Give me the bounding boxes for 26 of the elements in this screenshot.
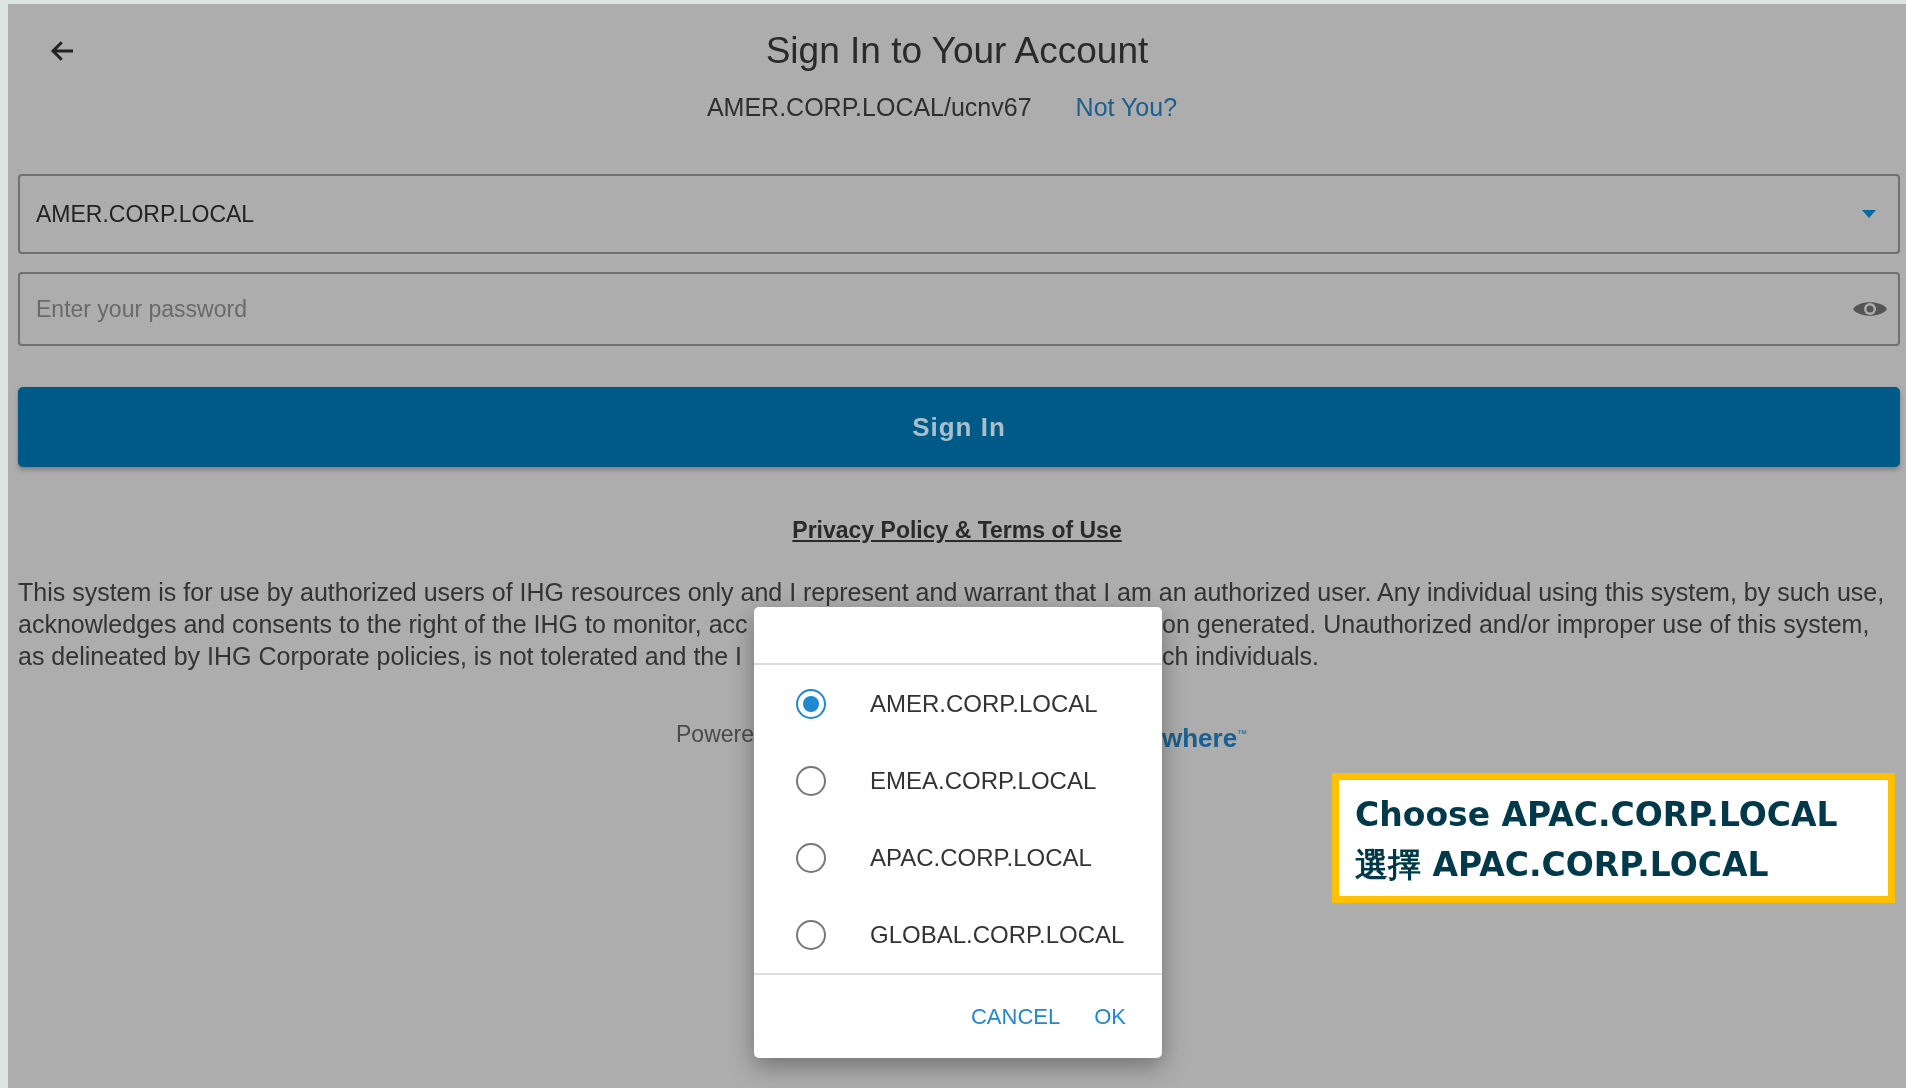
radio-button[interactable] <box>796 688 826 719</box>
instruction-text: Choose APAC.CORP.LOCAL <box>1355 794 1839 836</box>
radio-button[interactable] <box>796 765 826 796</box>
notice-text: ch individuals. <box>1162 641 1321 672</box>
powered-by-text: Powere <box>675 720 754 749</box>
notice-text: This system is for use by authorized users of IHG resources only and I represent and warrant that I am an authorized user. Any individual using this system, by such use, <box>18 577 1886 608</box>
ok-button[interactable]: OK <box>1088 997 1132 1036</box>
account-name: AMER.CORP.LOCAL/ucnv67 <box>706 92 1032 123</box>
radio-button[interactable] <box>796 919 826 950</box>
instruction-text: 選擇 APAC.CORP.LOCAL <box>1355 844 1770 886</box>
domain-option[interactable]: APAC.CORP.LOCAL <box>754 819 1162 896</box>
notice-text: acknowledges and consents to the right of the IHG to monitor, acc <box>18 609 749 640</box>
cancel-button[interactable]: CANCEL <box>964 997 1067 1036</box>
domain-dropdown[interactable]: AMER.CORP.LOCAL <box>18 174 1900 254</box>
notice-text: as delineated by IHG Corporate policies, is not tolerated and the I <box>18 641 744 672</box>
radio-button[interactable] <box>796 842 826 873</box>
domain-option[interactable]: AMER.CORP.LOCAL <box>754 665 1162 742</box>
domain-option[interactable]: EMEA.CORP.LOCAL <box>754 742 1162 819</box>
notice-text: on generated. Unauthorized and/or improper use of this system, <box>1162 609 1871 640</box>
page-title: Sign In to Your Account <box>765 29 1149 73</box>
password-field[interactable]: Enter your password <box>18 272 1900 346</box>
brand-text: where$^{™}$ <box>1162 721 1249 754</box>
sign-in-button[interactable]: Sign In <box>18 387 1900 467</box>
privacy-link[interactable]: Privacy Policy & Terms of Use <box>792 517 1122 543</box>
domain-option[interactable]: GLOBAL.CORP.LOCAL <box>754 896 1162 973</box>
caret-icon <box>1862 210 1876 218</box>
